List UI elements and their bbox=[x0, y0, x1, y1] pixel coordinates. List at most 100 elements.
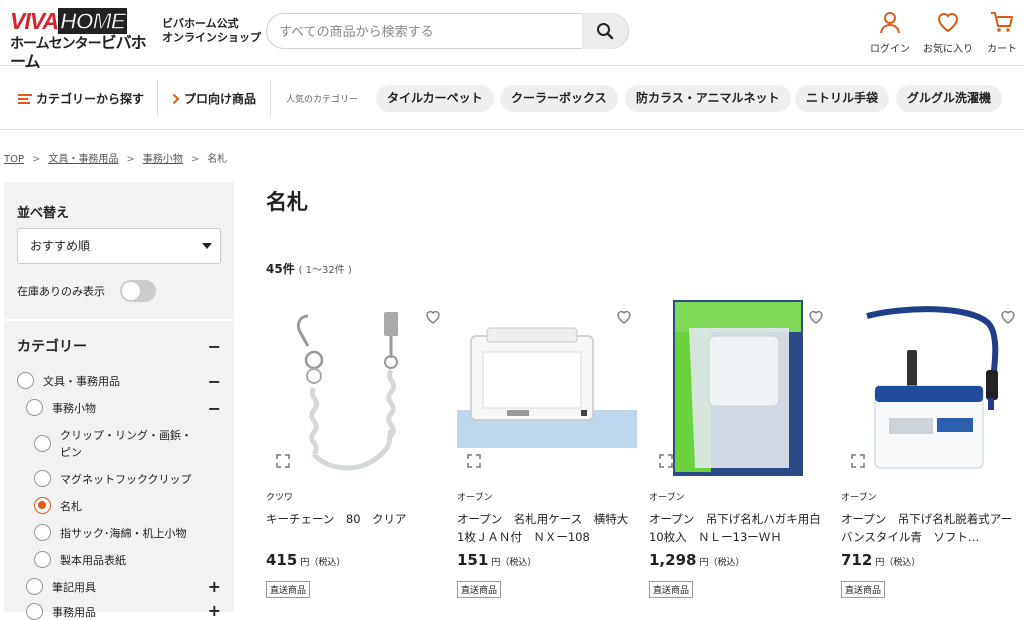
caret-down-icon bbox=[202, 243, 212, 249]
store-name-line2: オンラインショップ bbox=[162, 31, 261, 44]
category-label: 名札 bbox=[60, 499, 82, 513]
login-button[interactable]: ログイン bbox=[860, 10, 920, 55]
popular-chip[interactable]: ニトリル手袋 bbox=[795, 85, 890, 112]
radio-button bbox=[17, 372, 34, 389]
product-price: 415 円（税込） bbox=[266, 551, 345, 569]
product-card[interactable]: オープン オープン 吊下げ名札ハガキ用白10枚入 ＮＬー13ーＷＨ 1,298 円… bbox=[649, 298, 829, 608]
breadcrumb-link[interactable]: 文具・事務用品 bbox=[48, 154, 118, 165]
stock-only-toggle[interactable] bbox=[120, 280, 156, 302]
sort-value: おすすめ順 bbox=[30, 239, 91, 253]
radio-button-selected bbox=[34, 497, 51, 514]
menu-icon bbox=[18, 93, 32, 104]
category-item[interactable]: 筆記用具 bbox=[26, 578, 96, 595]
category-label: 事務小物 bbox=[52, 401, 96, 415]
heart-icon bbox=[809, 311, 823, 324]
stock-only-label: 在庫ありのみ表示 bbox=[17, 285, 105, 298]
zoom-button[interactable] bbox=[463, 450, 485, 472]
product-name[interactable]: オープン 吊下げ名札脱着式アーバンスタイル青 ソフト… bbox=[841, 510, 1019, 546]
price-unit: 円（税込） bbox=[491, 558, 537, 568]
zoom-button[interactable] bbox=[272, 450, 294, 472]
popular-chip[interactable]: 防カラス・アニマルネット bbox=[625, 85, 791, 112]
popular-categories-label: 人気のカテゴリー bbox=[286, 95, 359, 105]
sort-select[interactable]: おすすめ順 bbox=[17, 228, 221, 264]
heart-icon bbox=[426, 311, 440, 324]
product-brand: クツワ bbox=[266, 493, 294, 503]
price-value: 151 bbox=[457, 551, 489, 569]
nav-divider bbox=[270, 80, 271, 116]
direct-shipping-badge: 直送商品 bbox=[649, 581, 694, 598]
radio-button bbox=[34, 435, 51, 452]
category-item[interactable]: 製本用品表紙 bbox=[34, 551, 126, 568]
product-name[interactable]: オープン 吊下げ名札ハガキ用白10枚入 ＮＬー13ーＷＨ bbox=[649, 510, 827, 546]
breadcrumb-link[interactable]: 事務小物 bbox=[143, 154, 183, 165]
expand-icon[interactable]: + bbox=[208, 579, 221, 595]
category-item[interactable]: マグネットフッククリップ bbox=[34, 470, 192, 487]
logo-homecenter: ホームセンター bbox=[10, 35, 102, 51]
search-button[interactable] bbox=[582, 13, 628, 49]
collapse-icon[interactable]: − bbox=[208, 401, 221, 417]
product-card[interactable]: オープン オープン 名札用ケース 横特大 1枚ＪＡＮ付 ＮＸー108 151 円（… bbox=[457, 298, 637, 608]
favorites-button[interactable]: お気に入り bbox=[918, 10, 978, 55]
category-item[interactable]: 文具・事務用品 bbox=[17, 372, 120, 389]
breadcrumb: TOP > 文具・事務用品 > 事務小物 > 名札 bbox=[4, 154, 228, 165]
expand-icon bbox=[276, 454, 290, 468]
radio-button bbox=[34, 470, 51, 487]
pro-products-link[interactable]: プロ向け商品 bbox=[172, 90, 256, 107]
favorite-button[interactable] bbox=[613, 306, 635, 328]
product-brand: オープン bbox=[457, 493, 493, 503]
site-header: VIVAHOME ホームセンタービバホーム ビバホーム公式 オンラインショップ … bbox=[0, 0, 1024, 71]
category-nav: カテゴリーから探す プロ向け商品 人気のカテゴリー タイルカーペット クーラーボ… bbox=[0, 66, 1024, 130]
price-unit: 円（税込） bbox=[875, 558, 921, 568]
favorite-button[interactable] bbox=[997, 306, 1019, 328]
favorite-button[interactable] bbox=[805, 306, 827, 328]
zoom-button[interactable] bbox=[655, 450, 677, 472]
result-range: ( 1〜32件 ) bbox=[298, 265, 352, 276]
category-browse-button[interactable]: カテゴリーから探す bbox=[18, 90, 144, 107]
popular-chip[interactable]: タイルカーペット bbox=[376, 85, 494, 112]
category-label: 指サック･海綿・机上小物 bbox=[60, 526, 187, 540]
favorites-label: お気に入り bbox=[923, 44, 973, 55]
product-name[interactable]: キーチェーン 80 クリア bbox=[266, 510, 444, 528]
collapse-icon[interactable]: − bbox=[208, 339, 221, 355]
popular-chip[interactable]: グルグル洗濯機 bbox=[896, 85, 1003, 112]
category-title: カテゴリー bbox=[17, 339, 87, 355]
product-card[interactable]: オープン オープン 吊下げ名札脱着式アーバンスタイル青 ソフト… 712 円（税込… bbox=[841, 298, 1021, 608]
expand-icon bbox=[851, 454, 865, 468]
category-label: ピン bbox=[60, 446, 82, 459]
product-price: 151 円（税込） bbox=[457, 551, 536, 569]
heart-icon bbox=[937, 13, 959, 33]
radio-button bbox=[26, 399, 43, 416]
sort-title: 並べ替え bbox=[17, 206, 70, 221]
category-item[interactable]: 指サック･海綿・机上小物 bbox=[34, 524, 187, 541]
expand-icon bbox=[467, 454, 481, 468]
price-value: 415 bbox=[266, 551, 298, 569]
expand-icon[interactable]: + bbox=[208, 603, 221, 619]
price-unit: 円（税込） bbox=[699, 558, 745, 568]
category-label: マグネットフッククリップ bbox=[60, 472, 192, 486]
toggle-knob bbox=[122, 282, 140, 300]
price-unit: 円（税込） bbox=[300, 558, 346, 568]
favorite-button[interactable] bbox=[422, 306, 444, 328]
zoom-button[interactable] bbox=[847, 450, 869, 472]
site-logo[interactable]: VIVAHOME ホームセンタービバホーム bbox=[10, 8, 152, 71]
user-icon bbox=[880, 12, 900, 34]
price-value: 1,298 bbox=[649, 551, 697, 569]
expand-icon bbox=[659, 454, 673, 468]
popular-chip[interactable]: クーラーボックス bbox=[500, 85, 618, 112]
category-item[interactable]: 事務小物 bbox=[26, 399, 96, 416]
category-item-selected[interactable]: 名札 bbox=[34, 497, 82, 514]
category-item[interactable]: クリップ・リング・画鋲・ ピン bbox=[34, 427, 192, 461]
search-input[interactable] bbox=[279, 14, 579, 48]
radio-button bbox=[34, 524, 51, 541]
product-brand: オープン bbox=[841, 493, 877, 503]
product-name[interactable]: オープン 名札用ケース 横特大 1枚ＪＡＮ付 ＮＸー108 bbox=[457, 510, 635, 546]
product-card[interactable]: クツワ キーチェーン 80 クリア 415 円（税込） 直送商品 bbox=[266, 298, 446, 608]
direct-shipping-badge: 直送商品 bbox=[457, 581, 502, 598]
product-brand: オープン bbox=[649, 493, 685, 503]
breadcrumb-link[interactable]: TOP bbox=[4, 154, 24, 165]
collapse-icon[interactable]: − bbox=[208, 374, 221, 390]
cart-button[interactable]: カート bbox=[972, 10, 1024, 55]
category-label: 製本用品表紙 bbox=[60, 553, 126, 567]
nav-divider bbox=[157, 80, 158, 116]
logo-viva: VIVA bbox=[10, 8, 59, 34]
